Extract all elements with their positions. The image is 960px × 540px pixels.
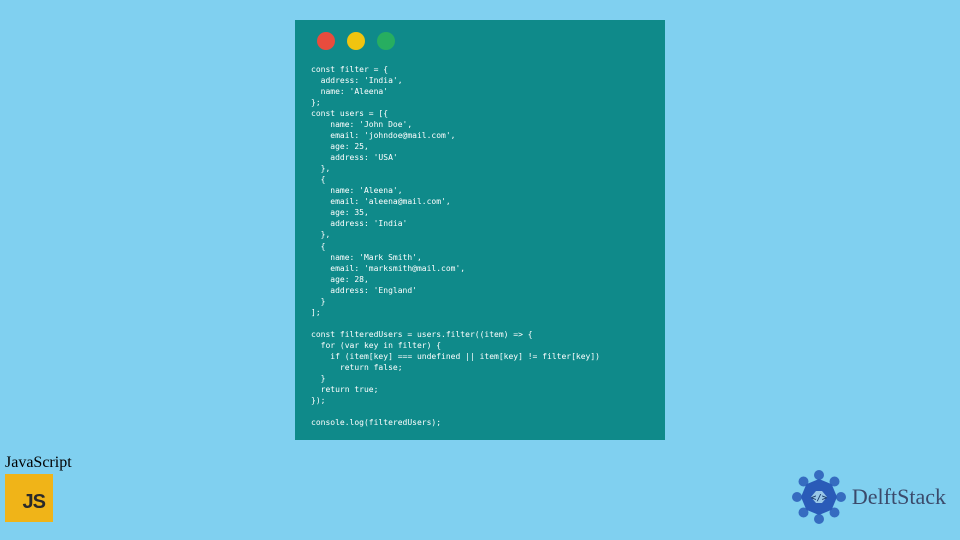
delftstack-logo-icon: </> xyxy=(790,468,848,526)
svg-text:</>: </> xyxy=(811,494,828,504)
minimize-icon[interactable] xyxy=(347,32,365,50)
maximize-icon[interactable] xyxy=(377,32,395,50)
code-content: const filter = { address: 'India', name:… xyxy=(311,64,649,428)
window-controls xyxy=(311,32,649,50)
code-window: const filter = { address: 'India', name:… xyxy=(295,20,665,440)
js-logo-text: JS xyxy=(23,491,45,514)
delftstack-badge: </> DelftStack xyxy=(790,468,946,526)
close-icon[interactable] xyxy=(317,32,335,50)
delftstack-label: DelftStack xyxy=(852,484,946,510)
javascript-label: JavaScript xyxy=(5,454,72,472)
javascript-logo-icon: JS xyxy=(5,474,53,522)
javascript-badge: JavaScript JS xyxy=(5,454,72,522)
